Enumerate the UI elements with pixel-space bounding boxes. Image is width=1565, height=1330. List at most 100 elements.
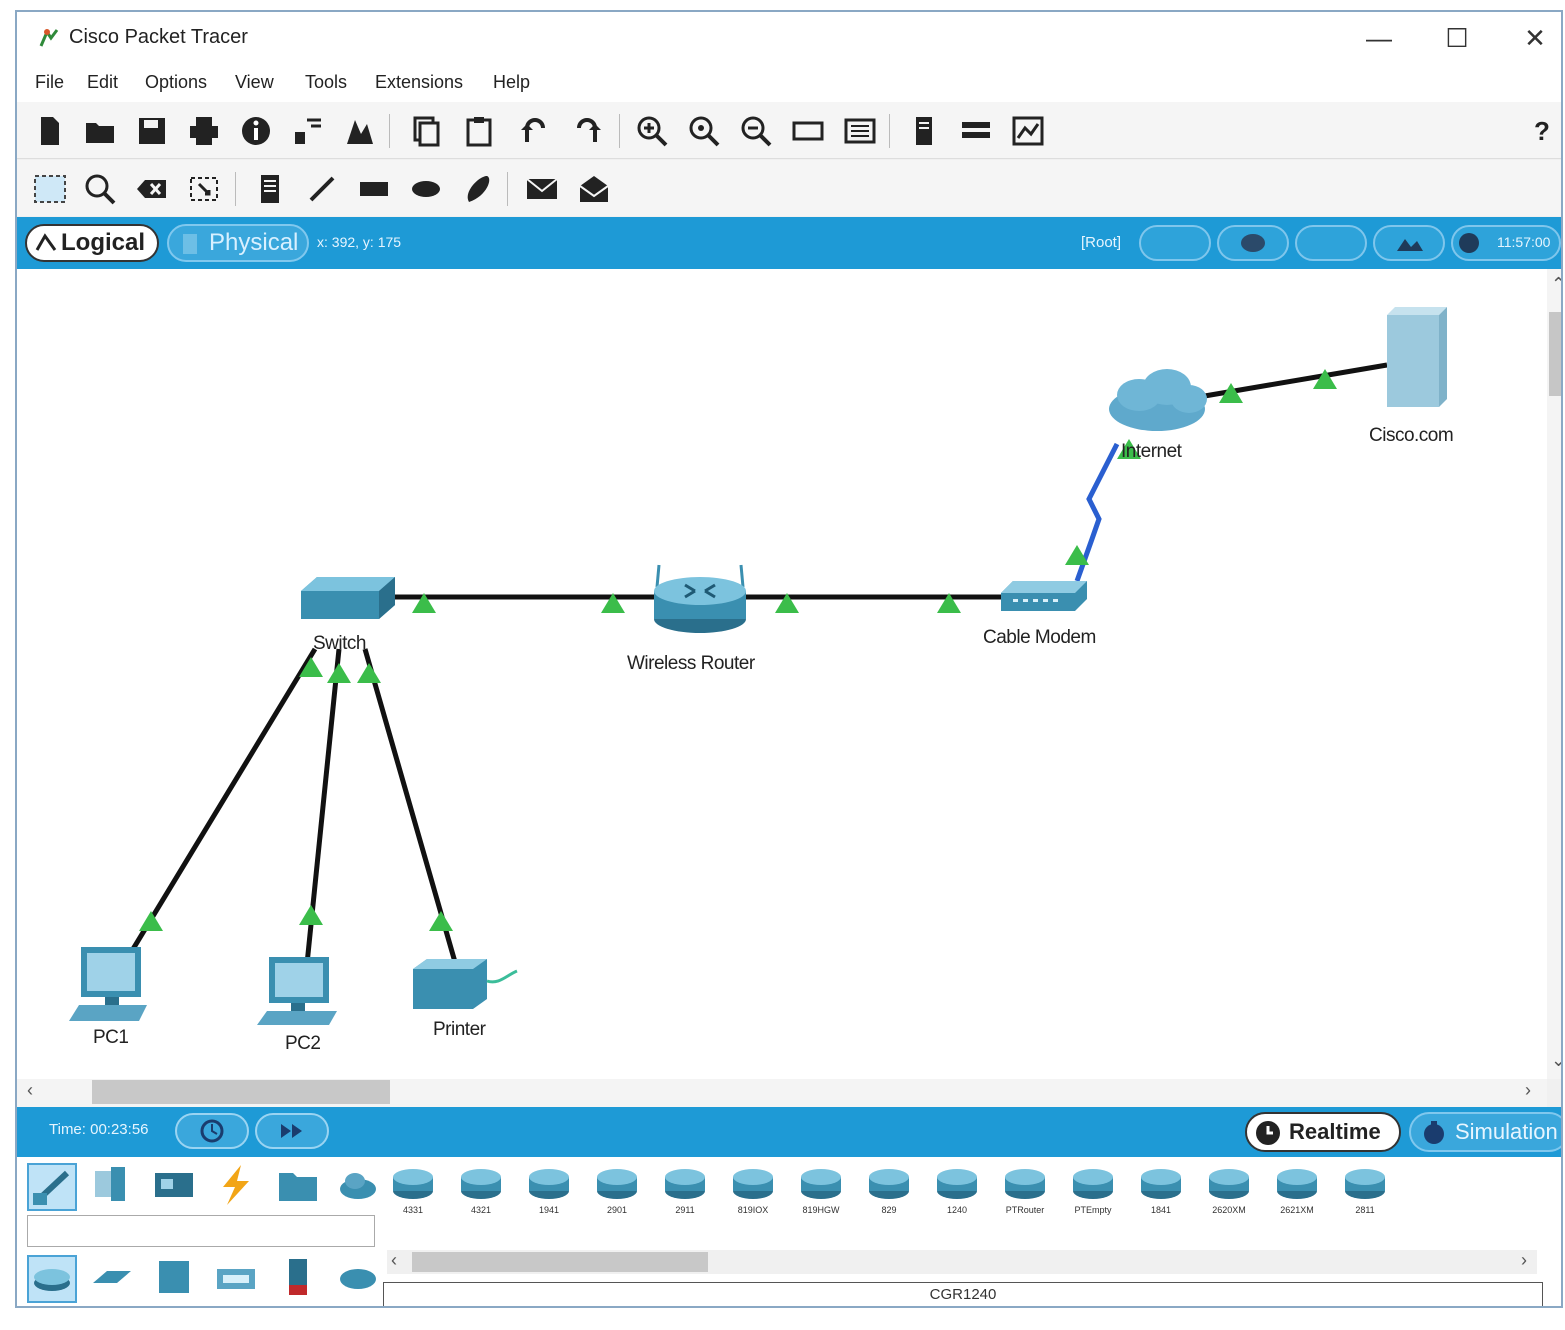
category-multiuser[interactable] — [335, 1163, 385, 1211]
model-item[interactable]: 829 — [863, 1163, 915, 1219]
cable-modem-device[interactable] — [1001, 581, 1087, 611]
pc1-device[interactable] — [69, 947, 147, 1021]
vertical-scroll-thumb[interactable] — [1549, 312, 1561, 396]
model-item[interactable]: 819IOX — [727, 1163, 779, 1219]
model-scroll-right-arrow[interactable]: › — [1521, 1250, 1527, 1271]
redo-icon[interactable] — [571, 114, 605, 148]
inspect-icon[interactable] — [83, 172, 117, 206]
pc2-device[interactable] — [257, 957, 337, 1025]
viewport-icon[interactable] — [1011, 114, 1045, 148]
model-item[interactable]: PTEmpty — [1067, 1163, 1119, 1219]
paste-icon[interactable] — [463, 114, 497, 148]
freeform-icon[interactable] — [461, 172, 495, 206]
category-miscellaneous[interactable] — [275, 1163, 325, 1211]
select-icon[interactable] — [33, 172, 67, 206]
model-item[interactable]: 819HGW — [795, 1163, 847, 1219]
help-icon[interactable]: ? — [1525, 114, 1559, 148]
custom-device-icon[interactable] — [907, 114, 941, 148]
model-list-scroll-thumb[interactable] — [412, 1252, 708, 1272]
scroll-up-arrow[interactable]: ⌃ — [1551, 274, 1561, 295]
internet-to-server-link[interactable] — [1186, 362, 1388, 402]
power-cycle-button[interactable] — [175, 1113, 249, 1149]
model-item[interactable]: 1941 — [523, 1163, 575, 1219]
physical-tab[interactable]: Physical — [167, 224, 309, 262]
ellipse-icon[interactable] — [409, 172, 443, 206]
fast-forward-button[interactable] — [255, 1113, 329, 1149]
rectangle-icon[interactable] — [357, 172, 391, 206]
model-item[interactable]: 1240 — [931, 1163, 983, 1219]
menu-file[interactable]: File — [35, 72, 64, 93]
simple-pdu-icon[interactable] — [525, 172, 559, 206]
device-search-box[interactable] — [27, 1215, 375, 1247]
note-icon[interactable] — [253, 172, 287, 206]
menu-help[interactable]: Help — [493, 72, 530, 93]
model-item[interactable]: 2911 — [659, 1163, 711, 1219]
model-item[interactable]: 2901 — [591, 1163, 643, 1219]
new-icon[interactable] — [33, 114, 67, 148]
open-icon[interactable] — [83, 114, 117, 148]
scroll-down-arrow[interactable]: ⌄ — [1551, 1050, 1561, 1071]
zoom-reset-icon[interactable] — [687, 114, 721, 148]
subcategory-wan-emulation[interactable] — [335, 1255, 385, 1303]
menu-tools[interactable]: Tools — [305, 72, 347, 93]
model-item[interactable]: 2621XM — [1271, 1163, 1323, 1219]
internet-cloud[interactable] — [1109, 369, 1207, 431]
move-object-button[interactable] — [1217, 225, 1289, 261]
simulation-mode-button[interactable]: Simulation — [1409, 1112, 1561, 1152]
wireless-router-device[interactable] — [654, 564, 746, 633]
drawing-rect-icon[interactable] — [791, 114, 825, 148]
minimize-button[interactable]: — — [1349, 20, 1409, 56]
printer-device[interactable] — [413, 959, 518, 1009]
set-tiled-background-button[interactable] — [1295, 225, 1367, 261]
realtime-mode-button[interactable]: Realtime — [1245, 1112, 1401, 1152]
subcategory-hubs[interactable] — [151, 1255, 201, 1303]
menu-options[interactable]: Options — [145, 72, 207, 93]
model-item[interactable]: 4321 — [455, 1163, 507, 1219]
model-scroll-left-arrow[interactable]: ‹ — [391, 1250, 397, 1271]
info-icon[interactable] — [239, 114, 273, 148]
switch-device[interactable] — [301, 577, 395, 619]
print-icon[interactable] — [187, 114, 221, 148]
maximize-button[interactable]: ☐ — [1427, 20, 1487, 56]
delete-icon[interactable] — [135, 172, 169, 206]
complex-pdu-icon[interactable] — [577, 172, 611, 206]
switch-to-pc1-link[interactable] — [124, 647, 318, 961]
root-breadcrumb[interactable]: [Root] — [1081, 234, 1121, 251]
resize-icon[interactable] — [187, 172, 221, 206]
activity-wizard-icon[interactable] — [343, 114, 377, 148]
undo-icon[interactable] — [517, 114, 551, 148]
category-end-devices[interactable] — [89, 1163, 139, 1211]
model-item[interactable]: PTRouter — [999, 1163, 1051, 1219]
subcategory-security[interactable] — [275, 1255, 325, 1303]
subcategory-routers[interactable] — [27, 1255, 77, 1303]
scroll-right-arrow[interactable]: › — [1525, 1080, 1531, 1101]
model-item[interactable]: 2811 — [1339, 1163, 1391, 1219]
copy-icon[interactable] — [409, 114, 443, 148]
model-item[interactable]: 1841 — [1135, 1163, 1187, 1219]
new-cluster-button[interactable] — [1139, 225, 1211, 261]
network-info-icon[interactable] — [291, 114, 325, 148]
viewport-button[interactable] — [1373, 225, 1445, 261]
close-button[interactable]: ✕ — [1505, 20, 1561, 56]
menu-edit[interactable]: Edit — [87, 72, 118, 93]
category-network-devices[interactable] — [27, 1163, 77, 1211]
subcategory-switches[interactable] — [89, 1255, 139, 1303]
scroll-left-arrow[interactable]: ‹ — [27, 1080, 33, 1101]
logical-tab[interactable]: Logical — [25, 224, 159, 262]
menu-view[interactable]: View — [235, 72, 274, 93]
category-components[interactable] — [151, 1163, 201, 1211]
line-icon[interactable] — [305, 172, 339, 206]
subcategory-wireless[interactable] — [213, 1255, 263, 1303]
save-icon[interactable] — [135, 114, 169, 148]
logical-workspace[interactable]: Switch Wireless Router Cable Modem Inter… — [17, 269, 1547, 1079]
palette-icon[interactable] — [843, 114, 877, 148]
cluster-icon[interactable] — [959, 114, 993, 148]
menu-extensions[interactable]: Extensions — [375, 72, 463, 93]
horizontal-scroll-thumb[interactable] — [92, 1080, 390, 1104]
category-connections[interactable] — [213, 1163, 263, 1211]
zoom-out-icon[interactable] — [739, 114, 773, 148]
zoom-in-icon[interactable] — [635, 114, 669, 148]
model-item[interactable]: 2620XM — [1203, 1163, 1255, 1219]
model-item[interactable]: 4331 — [387, 1163, 439, 1219]
server-device[interactable] — [1387, 307, 1447, 407]
